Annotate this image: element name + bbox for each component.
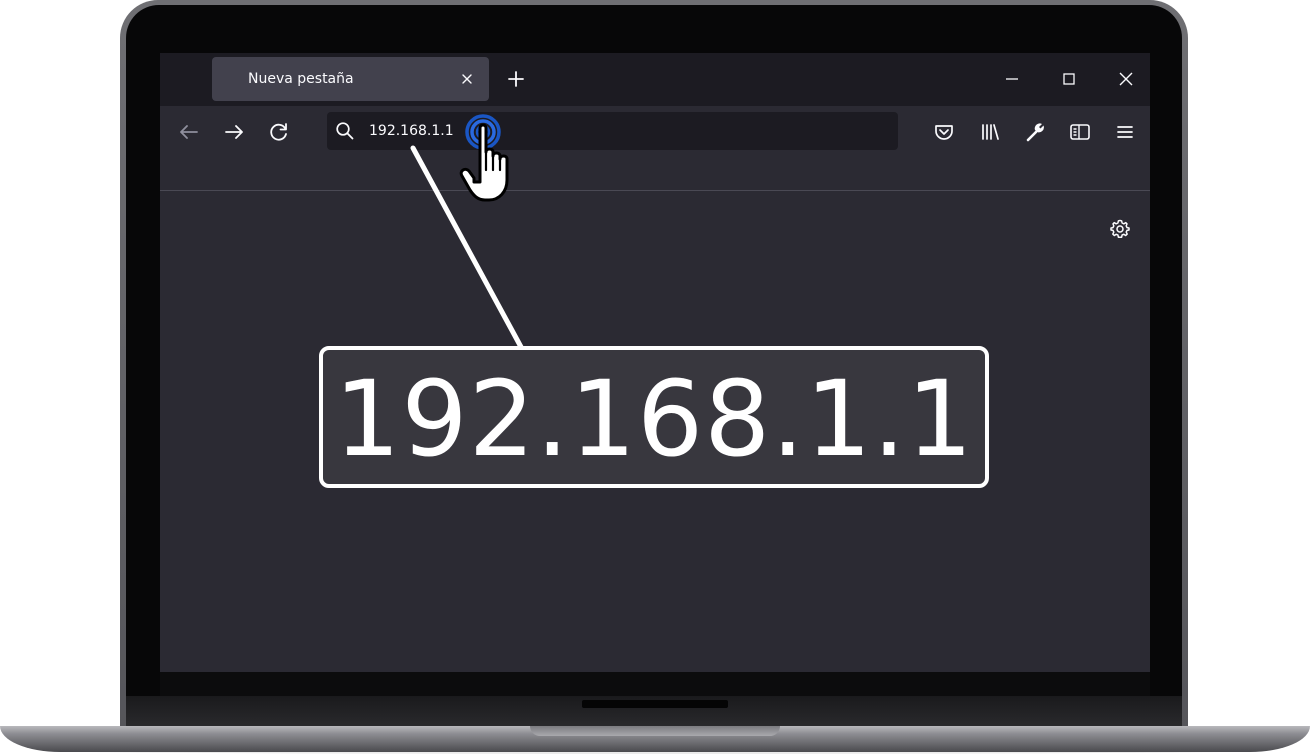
minimize-icon[interactable] bbox=[998, 65, 1026, 93]
tab-title: Nueva pestaña bbox=[248, 71, 354, 87]
laptop-notch bbox=[530, 726, 780, 736]
wrench-icon[interactable] bbox=[1021, 118, 1049, 146]
laptop-illustration: Nueva pestaña 192.168.1.1 192.168.1.1 bbox=[0, 0, 1310, 754]
callout-ip-text: 192.168.1.1 bbox=[334, 358, 974, 480]
ip-address-callout: 192.168.1.1 bbox=[319, 346, 989, 488]
search-icon bbox=[335, 121, 355, 141]
new-tab-plus-icon[interactable] bbox=[504, 67, 528, 91]
maximize-icon[interactable] bbox=[1055, 65, 1083, 93]
laptop-hinge bbox=[582, 700, 728, 708]
sidebar-icon[interactable] bbox=[1066, 118, 1094, 146]
pocket-icon[interactable] bbox=[930, 118, 958, 146]
address-input[interactable]: 192.168.1.1 bbox=[369, 123, 469, 139]
hand-pointer-cursor-icon bbox=[459, 114, 509, 202]
arrow-right-icon[interactable] bbox=[220, 118, 248, 146]
tab-bar: Nueva pestaña bbox=[160, 53, 1150, 106]
close-icon[interactable] bbox=[457, 69, 477, 89]
screen-bottom-edge bbox=[160, 672, 1150, 696]
gear-icon[interactable] bbox=[1108, 217, 1132, 241]
arrow-left-icon[interactable] bbox=[175, 118, 203, 146]
reload-icon[interactable] bbox=[265, 118, 293, 146]
toolbar-divider bbox=[160, 190, 1150, 191]
close-window-icon[interactable] bbox=[1112, 65, 1140, 93]
address-bar[interactable]: 192.168.1.1 bbox=[327, 112, 898, 150]
hamburger-menu-icon[interactable] bbox=[1111, 118, 1139, 146]
library-icon[interactable] bbox=[976, 118, 1004, 146]
tab-new-tab[interactable]: Nueva pestaña bbox=[212, 57, 489, 101]
navigation-toolbar: 192.168.1.1 bbox=[160, 106, 1150, 158]
